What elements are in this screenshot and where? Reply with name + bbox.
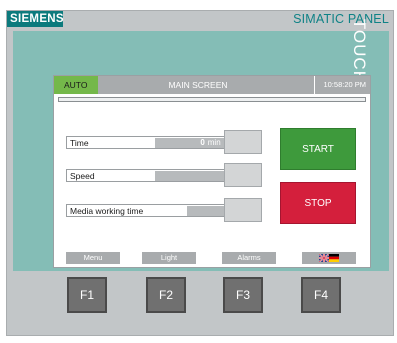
f2-key[interactable]: F2 xyxy=(146,277,186,313)
speed-set-button[interactable] xyxy=(224,163,262,187)
time-set-button[interactable] xyxy=(224,130,262,154)
screen-bezel: TOUCH AUTO MAIN SCREEN 10:58:20 PM Time … xyxy=(13,19,389,271)
hmi-device: SIEMENS SIMATIC PANEL TOUCH AUTO MAIN SC… xyxy=(6,10,394,336)
light-button[interactable]: Light xyxy=(142,252,196,264)
screen-header: AUTO MAIN SCREEN 10:58:20 PM xyxy=(54,76,370,94)
alarm-bar xyxy=(58,97,366,102)
f1-key[interactable]: F1 xyxy=(67,277,107,313)
mode-indicator: AUTO xyxy=(54,76,98,94)
menu-button[interactable]: Menu xyxy=(66,252,120,264)
brand-logo: SIEMENS xyxy=(7,11,64,27)
time-minutes-unit: min xyxy=(207,138,221,147)
model-label: SIMATIC PANEL xyxy=(293,12,389,26)
media-set-button[interactable] xyxy=(224,198,262,222)
f4-key[interactable]: F4 xyxy=(301,277,341,313)
hmi-screen: AUTO MAIN SCREEN 10:58:20 PM Time 0min0m… xyxy=(53,75,371,268)
media-label: Media working time xyxy=(70,206,144,216)
stop-button[interactable]: STOP xyxy=(280,182,356,224)
time-label: Time xyxy=(70,138,89,148)
language-button[interactable] xyxy=(302,252,356,264)
screen-title: MAIN SCREEN xyxy=(168,80,228,90)
flag-icon xyxy=(319,254,339,263)
alarms-button[interactable]: Alarms xyxy=(222,252,276,264)
time-minutes-value: 0 xyxy=(200,138,205,147)
f3-key[interactable]: F3 xyxy=(223,277,263,313)
clock-display: 10:58:20 PM xyxy=(314,76,366,94)
speed-label: Speed xyxy=(70,171,95,181)
start-button[interactable]: START xyxy=(280,128,356,170)
